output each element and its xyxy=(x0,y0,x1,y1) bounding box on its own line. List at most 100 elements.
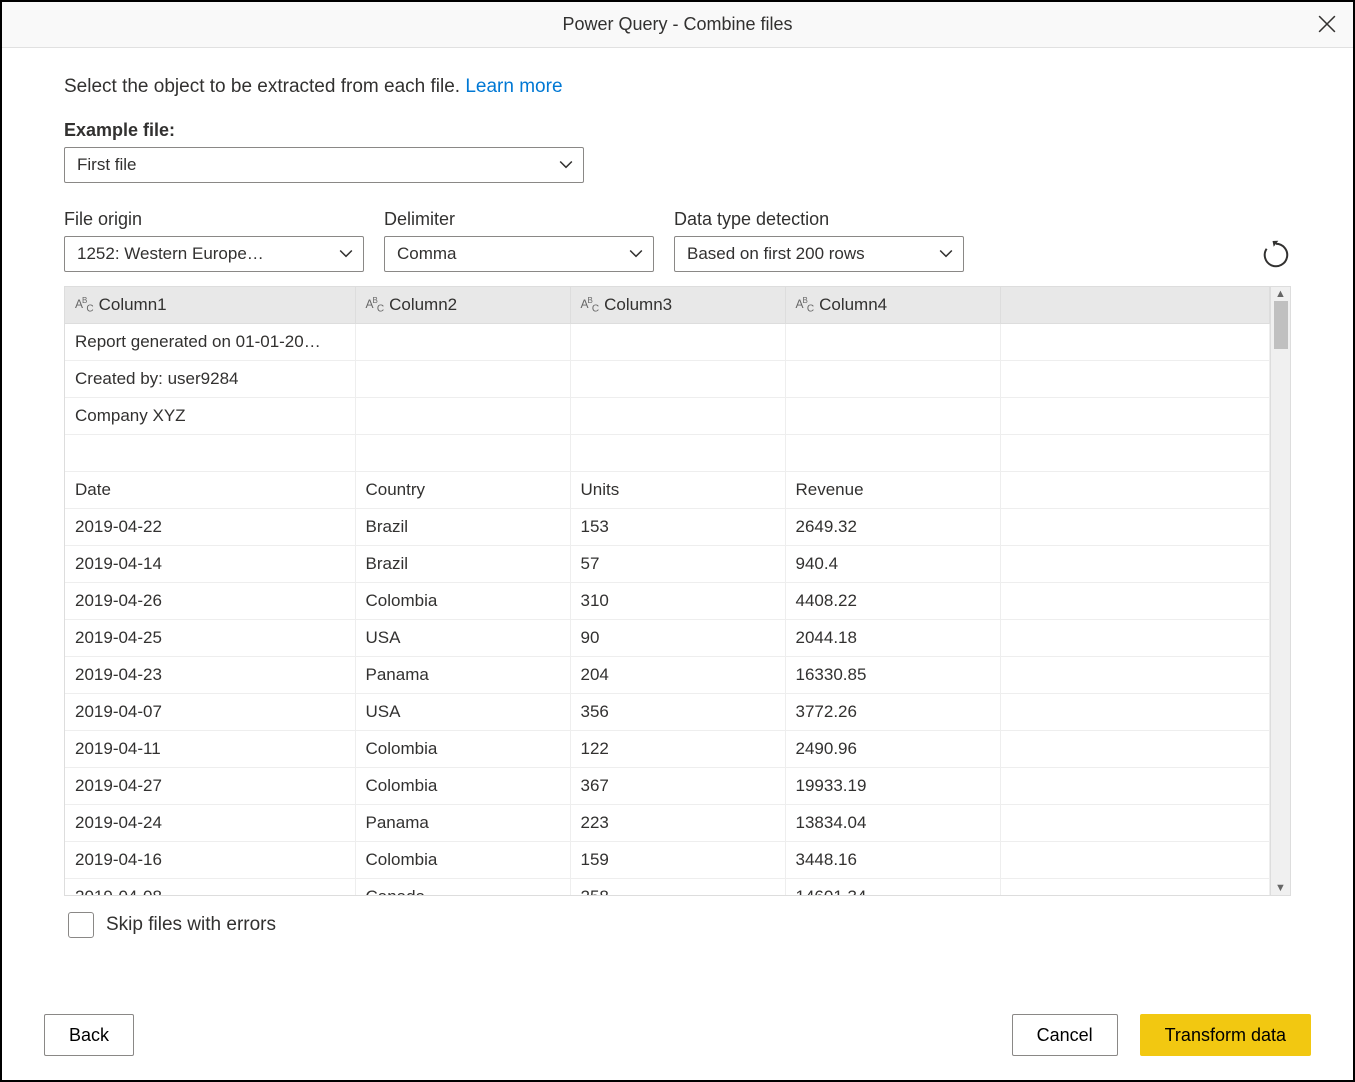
table-cell: Panama xyxy=(355,656,570,693)
refresh-wrap xyxy=(984,240,1291,272)
column-header[interactable]: ABCColumn1 xyxy=(65,287,355,323)
column-header[interactable]: ABCColumn2 xyxy=(355,287,570,323)
dialog-title: Power Query - Combine files xyxy=(562,14,792,35)
cancel-button[interactable]: Cancel xyxy=(1012,1014,1118,1056)
table-cell: 2044.18 xyxy=(785,619,1000,656)
table-cell: 153 xyxy=(570,508,785,545)
table-row[interactable]: 2019-04-14Brazil57940.4 xyxy=(65,545,1270,582)
table-cell: 2019-04-08 xyxy=(65,878,355,895)
table-cell: 90 xyxy=(570,619,785,656)
table-row[interactable]: 2019-04-22Brazil1532649.32 xyxy=(65,508,1270,545)
table-cell: 204 xyxy=(570,656,785,693)
table-cell: 2019-04-25 xyxy=(65,619,355,656)
table-row[interactable]: 2019-04-23Panama20416330.85 xyxy=(65,656,1270,693)
vertical-scrollbar[interactable]: ▲ ▼ xyxy=(1270,287,1290,895)
chevron-down-icon xyxy=(339,247,353,261)
table-cell: Brazil xyxy=(355,508,570,545)
scroll-up-arrow-icon: ▲ xyxy=(1275,288,1286,300)
file-origin-dropdown[interactable]: 1252: Western Europe… xyxy=(64,236,364,272)
table-cell xyxy=(1000,656,1270,693)
column-header[interactable]: ABCColumn4 xyxy=(785,287,1000,323)
table-row[interactable]: 2019-04-16Colombia1593448.16 xyxy=(65,841,1270,878)
table-cell: 2019-04-11 xyxy=(65,730,355,767)
column-header-empty xyxy=(1000,287,1270,323)
table-cell: 356 xyxy=(570,693,785,730)
table-row[interactable]: 2019-04-07USA3563772.26 xyxy=(65,693,1270,730)
table-row[interactable]: 2019-04-27Colombia36719933.19 xyxy=(65,767,1270,804)
table-cell xyxy=(1000,619,1270,656)
table-cell xyxy=(1000,693,1270,730)
table-cell: 2019-04-22 xyxy=(65,508,355,545)
table-cell: 13834.04 xyxy=(785,804,1000,841)
table-row[interactable]: DateCountryUnitsRevenue xyxy=(65,471,1270,508)
transform-data-button[interactable]: Transform data xyxy=(1140,1014,1311,1056)
table-cell: Units xyxy=(570,471,785,508)
table-cell: 367 xyxy=(570,767,785,804)
table-cell: 14601.34 xyxy=(785,878,1000,895)
example-file-field: Example file: First file xyxy=(64,120,1291,183)
chevron-down-icon xyxy=(559,158,573,172)
table-row[interactable]: 2019-04-11Colombia1222490.96 xyxy=(65,730,1270,767)
chevron-down-icon xyxy=(629,247,643,261)
preview-table-scroll[interactable]: ABCColumn1 ABCColumn2 ABCColumn3 ABCColu… xyxy=(65,287,1270,895)
table-cell xyxy=(1000,545,1270,582)
table-cell: Date xyxy=(65,471,355,508)
table-cell: 3772.26 xyxy=(785,693,1000,730)
scrollbar-thumb[interactable] xyxy=(1274,301,1288,349)
table-row[interactable]: Company XYZ xyxy=(65,397,1270,434)
table-row[interactable] xyxy=(65,434,1270,471)
skip-errors-checkbox[interactable] xyxy=(68,912,94,938)
preview-table: ABCColumn1 ABCColumn2 ABCColumn3 ABCColu… xyxy=(65,287,1270,895)
table-cell: Panama xyxy=(355,804,570,841)
table-cell: 57 xyxy=(570,545,785,582)
table-cell: 940.4 xyxy=(785,545,1000,582)
table-cell xyxy=(785,397,1000,434)
column-header[interactable]: ABCColumn3 xyxy=(570,287,785,323)
delimiter-field: Delimiter Comma xyxy=(384,209,654,272)
table-cell xyxy=(1000,360,1270,397)
table-cell: Colombia xyxy=(355,841,570,878)
example-file-value: First file xyxy=(77,155,137,175)
table-cell: Report generated on 01-01-20… xyxy=(65,323,355,360)
subtitle-text: Select the object to be extracted from e… xyxy=(64,76,465,97)
table-cell: USA xyxy=(355,693,570,730)
delimiter-value: Comma xyxy=(397,244,457,264)
abc-type-icon: ABC xyxy=(796,296,814,314)
learn-more-link[interactable]: Learn more xyxy=(465,76,562,97)
table-row[interactable]: 2019-04-08Canada25814601.34 xyxy=(65,878,1270,895)
back-button[interactable]: Back xyxy=(44,1014,134,1056)
table-cell xyxy=(785,323,1000,360)
table-cell xyxy=(1000,397,1270,434)
example-file-dropdown[interactable]: First file xyxy=(64,147,584,183)
table-row[interactable]: 2019-04-25USA902044.18 xyxy=(65,619,1270,656)
subtitle: Select the object to be extracted from e… xyxy=(64,76,1291,98)
table-cell: Canada xyxy=(355,878,570,895)
table-cell: 2019-04-16 xyxy=(65,841,355,878)
delimiter-dropdown[interactable]: Comma xyxy=(384,236,654,272)
chevron-down-icon xyxy=(939,247,953,261)
table-row[interactable]: 2019-04-26Colombia3104408.22 xyxy=(65,582,1270,619)
table-row[interactable]: Report generated on 01-01-20… xyxy=(65,323,1270,360)
table-cell: Colombia xyxy=(355,767,570,804)
preview-table-wrap: ABCColumn1 ABCColumn2 ABCColumn3 ABCColu… xyxy=(64,286,1291,896)
datatype-dropdown[interactable]: Based on first 200 rows xyxy=(674,236,964,272)
table-cell xyxy=(355,397,570,434)
refresh-icon[interactable] xyxy=(1261,240,1291,270)
table-cell: 2490.96 xyxy=(785,730,1000,767)
column-name: Column3 xyxy=(604,295,672,315)
table-row[interactable]: Created by: user9284 xyxy=(65,360,1270,397)
table-cell: USA xyxy=(355,619,570,656)
table-cell: 3448.16 xyxy=(785,841,1000,878)
table-cell: 4408.22 xyxy=(785,582,1000,619)
table-row[interactable]: 2019-04-24Panama22313834.04 xyxy=(65,804,1270,841)
table-cell: 16330.85 xyxy=(785,656,1000,693)
file-origin-field: File origin 1252: Western Europe… xyxy=(64,209,364,272)
datatype-value: Based on first 200 rows xyxy=(687,244,865,264)
table-cell xyxy=(785,360,1000,397)
footer-right: Cancel Transform data xyxy=(1012,1014,1311,1056)
column-name: Column1 xyxy=(99,295,167,315)
close-button[interactable] xyxy=(1313,10,1341,38)
close-icon xyxy=(1318,15,1336,33)
table-cell xyxy=(1000,730,1270,767)
table-cell xyxy=(1000,841,1270,878)
